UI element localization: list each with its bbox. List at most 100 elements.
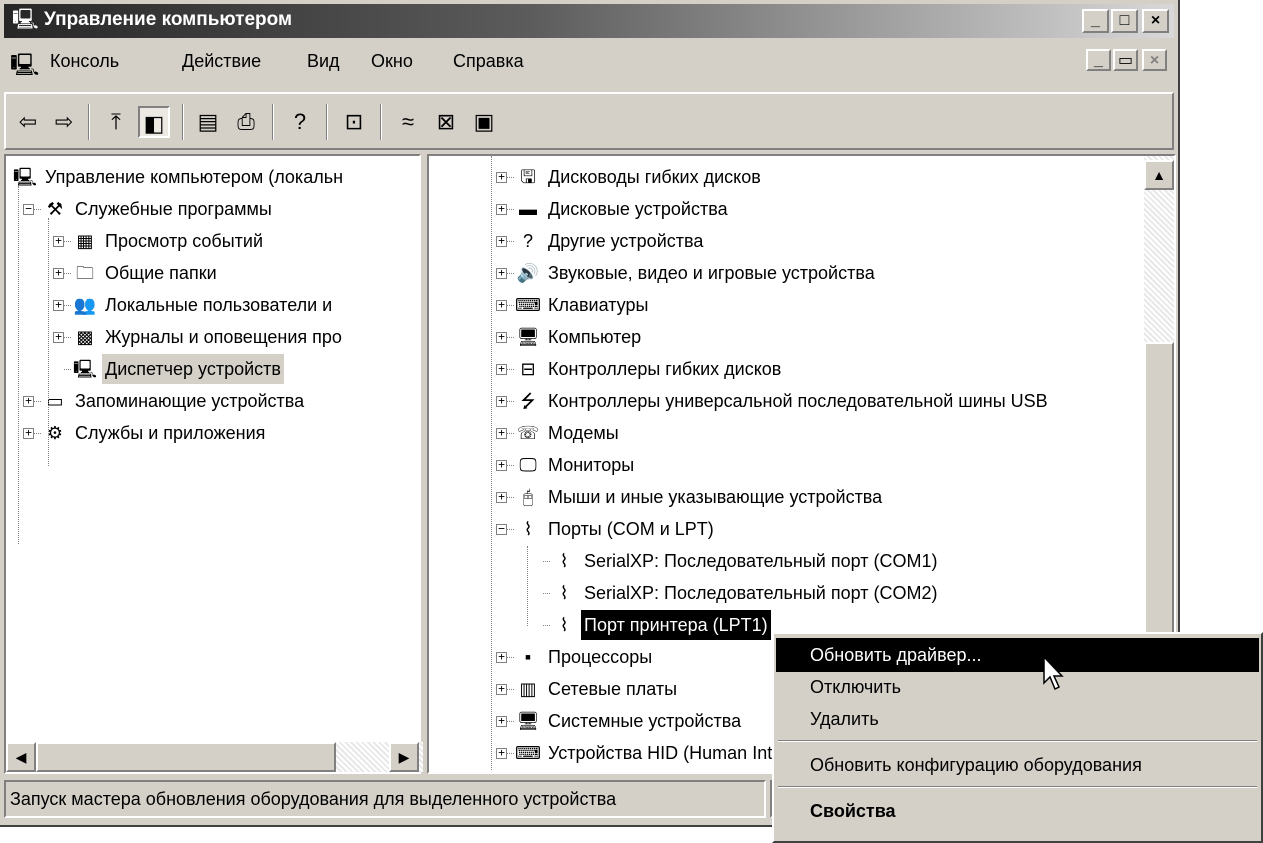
expand-icon[interactable]: +	[496, 459, 507, 471]
help-icon[interactable]: ?	[284, 106, 316, 138]
menu-window[interactable]: Окно	[371, 51, 413, 72]
expand-icon[interactable]: +	[496, 203, 507, 215]
menu-bar: 🖳 Консоль Действие Вид Окно Справка _ ▭ …	[4, 40, 1174, 84]
collapse-icon[interactable]: −	[496, 523, 507, 535]
tree-connector-line	[507, 433, 514, 434]
mdi-close-button[interactable]: ×	[1142, 49, 1167, 71]
toolbar: ⇦ ⇨ ⤒ ◧ ▤ ⎙ ? ⊡ ≈ ⊠ ▣	[4, 92, 1174, 150]
expand-icon[interactable]: +	[53, 235, 64, 247]
maximize-button[interactable]: □	[1111, 9, 1138, 33]
menu-action[interactable]: Действие	[182, 51, 261, 72]
tree-connector-line	[507, 689, 514, 690]
expand-icon[interactable]: +	[496, 267, 507, 279]
console-tree: 🖳 Управление компьютером (локальн − ⚒ Служеб…	[6, 156, 419, 772]
scroll-thumb[interactable]	[36, 742, 336, 772]
device-manager-icon: 🖳	[72, 359, 97, 379]
tree-connector-line	[543, 593, 550, 594]
collapse-icon[interactable]: −	[23, 203, 34, 215]
expand-icon[interactable]: +	[53, 299, 64, 311]
floppy-drive-icon: 🖫	[520, 167, 536, 187]
expand-icon[interactable]: +	[496, 715, 507, 727]
close-button[interactable]: ×	[1142, 9, 1169, 33]
tools-icon: ⚒	[46, 199, 64, 219]
expand-icon[interactable]: +	[23, 395, 34, 407]
tree-node-label: Компьютер	[548, 327, 642, 347]
menu-separator	[778, 786, 1257, 788]
tree-connector-line	[543, 625, 550, 626]
processor-icon: ▪	[524, 647, 532, 667]
menu-separator	[778, 740, 1257, 742]
context-menu-item[interactable]: Обновить конфигурацию оборудования	[776, 748, 1259, 782]
expand-icon[interactable]: +	[496, 331, 507, 343]
scan-hardware-icon[interactable]: ⊡	[338, 106, 370, 138]
tree-connector-line	[507, 369, 514, 370]
expand-icon[interactable]: +	[23, 427, 34, 439]
print-icon[interactable]: ⎙	[230, 106, 262, 138]
tree-node-label: Процессоры	[548, 647, 653, 667]
context-menu-item[interactable]: Отключить	[776, 670, 1259, 704]
mouse-cursor-icon	[1043, 656, 1064, 691]
tree-connector-line	[507, 273, 514, 274]
expand-icon[interactable]: +	[496, 395, 507, 407]
tree-node-label: Журналы и оповещения про	[105, 327, 342, 347]
forward-arrow-icon[interactable]: ⇨	[48, 106, 80, 138]
port-icon: ⌇	[559, 551, 569, 571]
scroll-left-button[interactable]: ◀	[6, 742, 36, 772]
shared-folder-icon: 🗀	[76, 263, 94, 283]
tree-connector-line	[507, 177, 514, 178]
tree-node-label: Контроллеры универсальной последовательн…	[548, 391, 1048, 411]
tree-node-label: Модемы	[548, 423, 619, 443]
expand-icon[interactable]: +	[496, 747, 507, 759]
tree-connector-line	[507, 497, 514, 498]
expand-icon[interactable]: +	[496, 683, 507, 695]
up-folder-icon[interactable]: ⤒	[100, 106, 132, 138]
tree-connector-line	[64, 273, 71, 274]
mouse-icon: 🖰	[522, 487, 534, 507]
expand-icon[interactable]: +	[53, 267, 64, 279]
tree-connector-line	[507, 241, 514, 242]
title-bar[interactable]: 🖳 Управление компьютером _ □ ×	[4, 4, 1174, 38]
show-hide-tree-icon[interactable]: ◧	[138, 106, 170, 138]
expand-icon[interactable]: +	[496, 299, 507, 311]
tree-connector-line	[507, 721, 514, 722]
toolbar-separator	[326, 104, 328, 140]
back-arrow-icon[interactable]: ⇦	[12, 106, 44, 138]
disable-device-icon[interactable]: ⊠	[430, 106, 462, 138]
network-card-icon: ▥	[519, 679, 537, 699]
status-text: Запуск мастера обновления оборудования д…	[4, 780, 766, 818]
minimize-button[interactable]: _	[1082, 9, 1109, 33]
toolbar-separator	[380, 104, 382, 140]
context-menu-item[interactable]: Свойства	[776, 794, 1259, 828]
horizontal-scrollbar[interactable]: ◀ ▶	[6, 742, 423, 772]
menu-help[interactable]: Справка	[453, 51, 524, 72]
keyboard-icon: ⌨	[515, 295, 541, 315]
expand-icon[interactable]: +	[496, 427, 507, 439]
tree-node-label: Системные устройства	[548, 711, 742, 731]
expand-icon[interactable]: +	[496, 491, 507, 503]
uninstall-device-icon[interactable]: ▣	[468, 106, 500, 138]
expand-icon[interactable]: +	[496, 235, 507, 247]
tree-node-label: Общие папки	[105, 263, 217, 283]
properties-icon[interactable]: ▤	[192, 106, 224, 138]
tree-connector-line	[64, 337, 71, 338]
menu-console[interactable]: Консоль	[50, 51, 119, 72]
expand-icon[interactable]: +	[496, 363, 507, 375]
scroll-right-button[interactable]: ▶	[389, 742, 419, 772]
context-menu-item[interactable]: Удалить	[776, 702, 1259, 736]
mdi-minimize-button[interactable]: _	[1086, 49, 1111, 71]
sound-icon: 🔊	[516, 263, 540, 283]
tree-node-label: Порт принтера (LPT1)	[580, 609, 772, 641]
scroll-up-button[interactable]: ▲	[1144, 160, 1174, 190]
unknown-device-icon: ?	[522, 231, 533, 251]
expand-icon[interactable]: +	[53, 331, 64, 343]
tree-node-label: Другие устройства	[548, 231, 704, 251]
mdi-restore-button[interactable]: ▭	[1113, 49, 1138, 71]
app-icon: 🖳	[12, 9, 39, 31]
disconnect-icon[interactable]: ≈	[392, 106, 424, 138]
users-icon: 👥	[73, 295, 97, 315]
expand-icon[interactable]: +	[496, 171, 507, 183]
context-menu-item[interactable]: Обновить драйвер...	[776, 638, 1259, 672]
menu-view[interactable]: Вид	[307, 51, 340, 72]
expand-icon[interactable]: +	[496, 651, 507, 663]
tree-connector-line	[507, 337, 514, 338]
